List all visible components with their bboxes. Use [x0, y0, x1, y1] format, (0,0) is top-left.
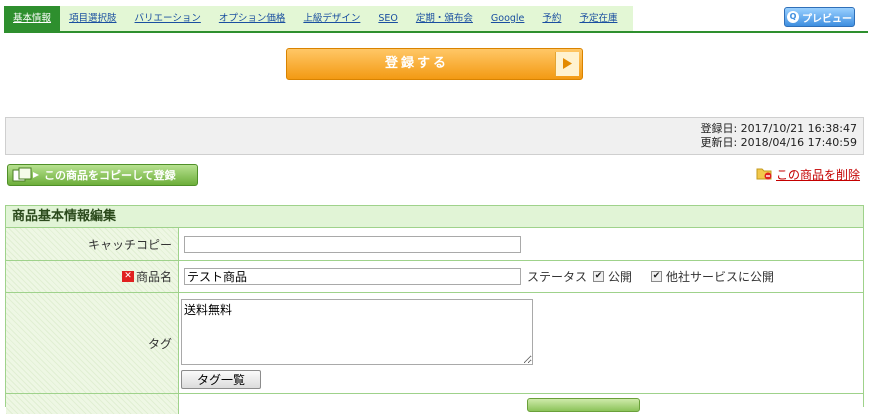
product-name-input[interactable] [184, 268, 521, 285]
updated-date: 更新日: 2018/04/16 17:40:59 [700, 136, 857, 149]
preview-icon: Q [787, 11, 799, 23]
tab-4[interactable]: 上級デザイン [294, 6, 369, 32]
other-service-checkbox[interactable]: ✔ [651, 271, 663, 282]
partial-button[interactable] [527, 398, 640, 412]
tag-textarea[interactable] [181, 299, 533, 365]
tag-list-button[interactable]: タグ一覧 [181, 370, 261, 389]
catchcopy-label: キャッチコピー [6, 228, 179, 260]
tab-2[interactable]: バリエーション [126, 6, 210, 32]
copy-product-label: この商品をコピーして登録 [44, 169, 176, 182]
tab-bar: 基本情報 項目選択肢 バリエーション オプション価格 上級デザイン SEO 定期・頒布会 Go… [4, 6, 633, 32]
product-basic-info-section: 商品基本情報編集 キャッチコピー ✕ 商品名 ステータス ✔ 公開 ✔ 他社サー… [5, 205, 864, 414]
preview-label: プレビュー [802, 13, 852, 25]
tab-bar-divider [4, 31, 868, 33]
delete-product-label: この商品を削除 [776, 168, 861, 182]
other-service-label: 他社サービスに公開 [666, 270, 775, 284]
copy-product-button[interactable]: この商品をコピーして登録 [7, 164, 198, 186]
status-label: ステータス [527, 270, 588, 284]
catchcopy-input[interactable] [184, 235, 521, 253]
next-row [6, 394, 863, 414]
tab-5[interactable]: SEO [369, 6, 407, 32]
register-button[interactable]: 登録する [286, 48, 583, 80]
public-label: 公開 [608, 270, 633, 284]
catchcopy-row: キャッチコピー [6, 228, 863, 261]
tab-1[interactable]: 項目選択肢 [60, 6, 126, 32]
tab-3[interactable]: オプション価格 [210, 6, 295, 32]
tag-row: タグ タグ一覧 [6, 293, 863, 394]
tab-7[interactable]: Google [482, 6, 534, 32]
registered-date: 登録日: 2017/10/21 16:38:47 [700, 122, 857, 135]
section-title: 商品基本情報編集 [6, 206, 863, 228]
product-name-row: ✕ 商品名 ステータス ✔ 公開 ✔ 他社サービスに公開 [6, 261, 863, 293]
delete-product-link[interactable]: この商品を削除 [756, 166, 860, 183]
tab-8[interactable]: 予約 [533, 6, 570, 32]
folder-delete-icon [756, 167, 773, 183]
tag-label: タグ [6, 293, 179, 393]
tab-0[interactable]: 基本情報 [4, 6, 61, 32]
tab-6[interactable]: 定期・頒布会 [407, 6, 482, 32]
register-label: 登録する [384, 56, 449, 71]
date-info-box: 登録日: 2017/10/21 16:38:47 更新日: 2018/04/16… [5, 117, 864, 155]
public-checkbox[interactable]: ✔ [593, 271, 605, 282]
product-name-label: 商品名 [135, 270, 172, 284]
tab-9[interactable]: 予定在庫 [570, 6, 626, 32]
required-icon: ✕ [121, 271, 134, 282]
preview-button[interactable]: Q プレビュー [784, 7, 855, 27]
copy-icon [12, 167, 40, 183]
arrow-right-icon [555, 52, 579, 76]
